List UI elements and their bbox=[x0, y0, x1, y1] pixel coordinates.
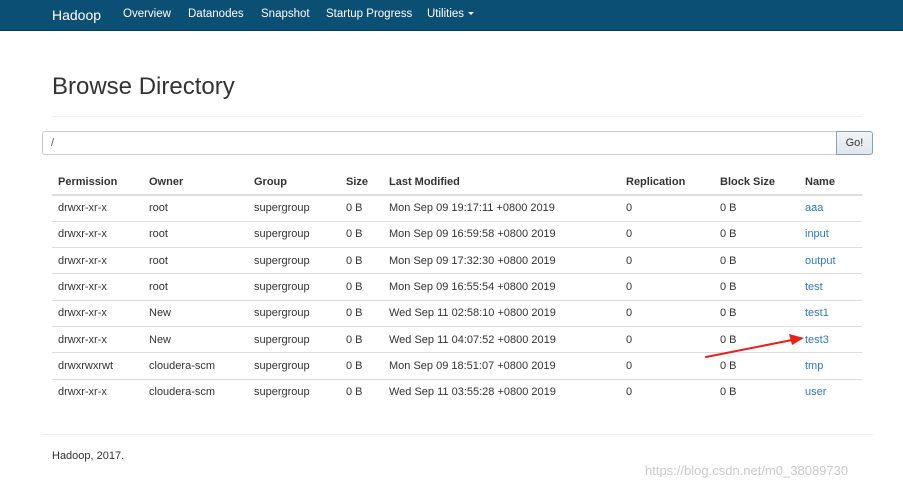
cell-owner: cloudera-scm bbox=[143, 352, 248, 380]
table-row: drwxr-xr-x root supergroup 0 B Mon Sep 0… bbox=[52, 194, 862, 222]
cell-block-size: 0 B bbox=[714, 247, 799, 274]
cell-permission: drwxr-xr-x bbox=[52, 247, 143, 274]
cell-group: supergroup bbox=[248, 378, 340, 406]
footer-text: Hadoop, 2017. bbox=[52, 450, 125, 462]
cell-owner: root bbox=[143, 194, 248, 222]
cell-block-size: 0 B bbox=[714, 378, 799, 406]
cell-replication: 0 bbox=[620, 273, 714, 301]
table-row: drwxr-xr-x root supergroup 0 B Mon Sep 0… bbox=[52, 220, 862, 248]
nav-snapshot[interactable]: Snapshot bbox=[261, 8, 310, 20]
table-row: drwxr-xr-x root supergroup 0 B Mon Sep 0… bbox=[52, 247, 862, 274]
table-row: drwxr-xr-x cloudera-scm supergroup 0 B W… bbox=[52, 378, 862, 406]
cell-block-size: 0 B bbox=[714, 220, 799, 248]
cell-group: supergroup bbox=[248, 273, 340, 301]
cell-owner: root bbox=[143, 273, 248, 301]
cell-size: 0 B bbox=[340, 352, 383, 380]
cell-permission: drwxr-xr-x bbox=[52, 194, 143, 222]
cell-group: supergroup bbox=[248, 220, 340, 248]
table-header-row: Permission Owner Group Size Last Modifie… bbox=[52, 169, 862, 196]
header-name: Name bbox=[799, 169, 862, 196]
cell-name: test1 bbox=[799, 299, 862, 327]
nav-startup-progress[interactable]: Startup Progress bbox=[326, 8, 412, 20]
page-title: Browse Directory bbox=[52, 73, 235, 100]
header-group: Group bbox=[248, 169, 340, 196]
cell-group: supergroup bbox=[248, 194, 340, 222]
cell-last-modified: Mon Sep 09 17:32:30 +0800 2019 bbox=[383, 247, 620, 274]
red-arrow-annotation bbox=[705, 334, 804, 358]
directory-link-user[interactable]: user bbox=[805, 386, 826, 398]
cell-last-modified: Mon Sep 09 19:17:11 +0800 2019 bbox=[383, 194, 620, 222]
cell-permission: drwxrwxrwt bbox=[52, 352, 143, 380]
nav-overview[interactable]: Overview bbox=[123, 8, 171, 20]
cell-last-modified: Wed Sep 11 03:55:28 +0800 2019 bbox=[383, 378, 620, 406]
directory-link-test1[interactable]: test1 bbox=[805, 307, 829, 319]
cell-size: 0 B bbox=[340, 299, 383, 327]
cell-owner: cloudera-scm bbox=[143, 378, 248, 406]
table-row: drwxr-xr-x New supergroup 0 B Wed Sep 11… bbox=[52, 299, 862, 327]
cell-owner: New bbox=[143, 299, 248, 327]
cell-block-size: 0 B bbox=[714, 273, 799, 301]
cell-name: aaa bbox=[799, 194, 862, 222]
header-block-size: Block Size bbox=[714, 169, 799, 196]
caret-down-icon bbox=[468, 12, 475, 16]
directory-link-aaa[interactable]: aaa bbox=[805, 202, 823, 214]
cell-permission: drwxr-xr-x bbox=[52, 299, 143, 327]
cell-name: user bbox=[799, 378, 862, 406]
cell-permission: drwxr-xr-x bbox=[52, 273, 143, 301]
table-row: drwxr-xr-x root supergroup 0 B Mon Sep 0… bbox=[52, 273, 862, 301]
header-last-modified: Last Modified bbox=[383, 169, 620, 196]
cell-size: 0 B bbox=[340, 325, 383, 353]
cell-size: 0 B bbox=[340, 273, 383, 301]
cell-name: test bbox=[799, 273, 862, 301]
cell-group: supergroup bbox=[248, 325, 340, 353]
cell-group: supergroup bbox=[248, 299, 340, 327]
directory-link-test[interactable]: test bbox=[805, 281, 823, 293]
footer-divider bbox=[42, 434, 873, 435]
cell-block-size: 0 B bbox=[714, 299, 799, 327]
title-divider bbox=[52, 116, 862, 117]
cell-permission: drwxr-xr-x bbox=[52, 325, 143, 353]
nav-datanodes[interactable]: Datanodes bbox=[188, 8, 244, 20]
cell-owner: root bbox=[143, 220, 248, 248]
directory-path-input[interactable] bbox=[42, 131, 837, 155]
header-owner: Owner bbox=[143, 169, 248, 196]
cell-group: supergroup bbox=[248, 352, 340, 380]
cell-replication: 0 bbox=[620, 299, 714, 327]
cell-replication: 0 bbox=[620, 194, 714, 222]
cell-group: supergroup bbox=[248, 247, 340, 274]
cell-size: 0 B bbox=[340, 378, 383, 406]
cell-last-modified: Mon Sep 09 16:59:58 +0800 2019 bbox=[383, 220, 620, 248]
cell-name: output bbox=[799, 247, 862, 274]
cell-last-modified: Wed Sep 11 04:07:52 +0800 2019 bbox=[383, 325, 620, 353]
cell-last-modified: Wed Sep 11 02:58:10 +0800 2019 bbox=[383, 299, 620, 327]
directory-table: Permission Owner Group Size Last Modifie… bbox=[52, 169, 862, 406]
watermark: https://blog.csdn.net/m0_38089730 bbox=[645, 463, 849, 478]
cell-replication: 0 bbox=[620, 378, 714, 406]
brand-link[interactable]: Hadoop bbox=[52, 7, 101, 23]
header-permission: Permission bbox=[52, 169, 143, 196]
header-size: Size bbox=[340, 169, 383, 196]
cell-size: 0 B bbox=[340, 194, 383, 222]
cell-permission: drwxr-xr-x bbox=[52, 220, 143, 248]
go-button[interactable]: Go! bbox=[836, 131, 873, 155]
cell-replication: 0 bbox=[620, 220, 714, 248]
cell-size: 0 B bbox=[340, 247, 383, 274]
cell-owner: root bbox=[143, 247, 248, 274]
cell-permission: drwxr-xr-x bbox=[52, 378, 143, 406]
navbar: Hadoop Overview Datanodes Snapshot Start… bbox=[0, 0, 903, 31]
directory-link-output[interactable]: output bbox=[805, 255, 836, 267]
cell-replication: 0 bbox=[620, 247, 714, 274]
cell-owner: New bbox=[143, 325, 248, 353]
cell-last-modified: Mon Sep 09 16:55:54 +0800 2019 bbox=[383, 273, 620, 301]
cell-size: 0 B bbox=[340, 220, 383, 248]
cell-last-modified: Mon Sep 09 18:51:07 +0800 2019 bbox=[383, 352, 620, 380]
nav-utilities-label: Utilities bbox=[427, 8, 465, 20]
directory-link-input[interactable]: input bbox=[805, 228, 829, 240]
cell-block-size: 0 B bbox=[714, 194, 799, 222]
header-replication: Replication bbox=[620, 169, 714, 196]
cell-name: input bbox=[799, 220, 862, 248]
nav-utilities-dropdown[interactable]: Utilities bbox=[427, 8, 475, 20]
